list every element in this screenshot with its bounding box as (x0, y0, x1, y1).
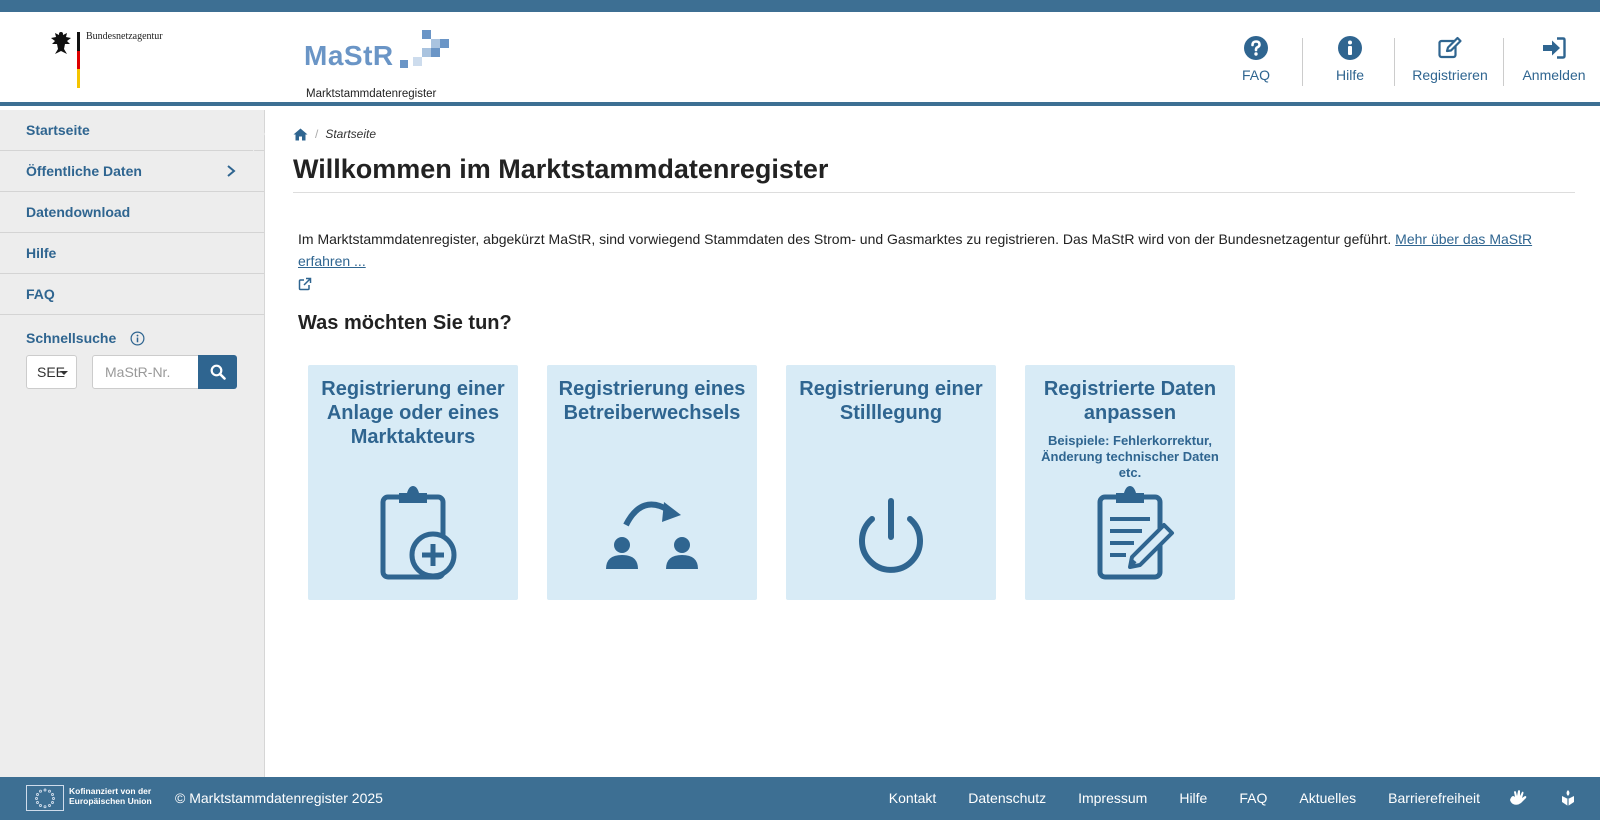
quicksearch-button[interactable] (198, 355, 237, 389)
footer-link-kontakt[interactable]: Kontakt (889, 790, 936, 806)
action-tiles: Registrierung einer Anlage oder eines Ma… (308, 365, 1238, 600)
title-divider (293, 192, 1575, 193)
quicksearch-input[interactable] (92, 355, 200, 389)
copyright: © Marktstammdatenregister 2025 (175, 790, 383, 806)
footer-link-hilfe[interactable]: Hilfe (1179, 790, 1207, 806)
eu-flag-icon (26, 785, 64, 811)
sidebar-item-label: Hilfe (26, 245, 57, 261)
intro-text: Im Marktstammdatenregister, abgekürzt Ma… (298, 228, 1573, 291)
sidebar-item-faq[interactable]: FAQ (0, 274, 264, 315)
home-icon[interactable] (293, 128, 308, 141)
header-login-link[interactable]: Anmelden (1516, 12, 1592, 106)
tile-register-unit[interactable]: Registrierung einer Anlage oder eines Ma… (308, 365, 518, 600)
active-item-pointer (253, 116, 265, 152)
sidebar-item-label: Datendownload (26, 204, 131, 220)
tile-edit-data[interactable]: Registrierte Daten anpassen Beispiele: F… (1025, 365, 1235, 600)
top-accent-bar (0, 0, 1600, 12)
footer-link-barrierefreiheit[interactable]: Barrierefreiheit (1388, 790, 1480, 806)
tile-operator-change[interactable]: Registrierung eines Betreiberwechsels (547, 365, 757, 600)
eu-funding-note: Kofinanziert von der Europäischen Union (69, 786, 152, 806)
eu-text-line: Kofinanziert von der (69, 786, 152, 796)
edit-icon (1438, 36, 1462, 59)
info-circle-icon (1338, 36, 1362, 60)
sign-language-icon[interactable] (1508, 788, 1528, 808)
breadcrumb-current: Startseite (325, 127, 377, 141)
caret-down-icon (60, 371, 68, 375)
agency-name: Bundesnetzagentur (86, 31, 163, 42)
intro-paragraph: Im Marktstammdatenregister, abgekürzt Ma… (298, 231, 1392, 247)
header-divider (1394, 38, 1395, 86)
bundesnetzagentur-logo[interactable]: Bundesnetzagentur (50, 30, 180, 92)
section-title: Was möchten Sie tun? (298, 312, 512, 334)
mastr-logo[interactable]: MaStR Marktstammdatenregister (304, 26, 464, 100)
footer-link-faq[interactable]: FAQ (1239, 790, 1267, 806)
sidebar-item-label: FAQ (26, 286, 55, 302)
header-nav-label: Registrieren (1412, 67, 1488, 83)
sidebar-item-label: Öffentliche Daten (26, 163, 142, 179)
site-header: Bundesnetzagentur MaStR Marktstammdatenr… (0, 12, 1600, 106)
eu-text-line: Europäischen Union (69, 796, 152, 806)
logo-title: MaStR (304, 40, 394, 71)
logo-pixel (440, 39, 449, 48)
header-nav-label: FAQ (1241, 67, 1270, 83)
tile-title: Registrierte Daten anpassen (1043, 378, 1217, 424)
sidebar-item-hilfe[interactable]: Hilfe (0, 233, 264, 274)
logo-pixel (422, 30, 431, 39)
header-nav-label: Hilfe (1335, 67, 1364, 83)
logo-pixel (400, 60, 408, 68)
flag-bar (77, 32, 80, 88)
chevron-right-icon (227, 165, 236, 177)
sidebar-item-startseite[interactable]: Startseite (0, 110, 264, 151)
users-switch-icon (606, 501, 698, 569)
quicksearch-label: Schnellsuche (26, 330, 145, 346)
eagle-icon (51, 32, 71, 54)
logo-pixel (413, 57, 422, 66)
site-footer: Kofinanziert von der Europäischen Union … (0, 777, 1600, 820)
easy-language-icon[interactable] (1558, 788, 1578, 808)
footer-link-impressum[interactable]: Impressum (1078, 790, 1147, 806)
header-help-link[interactable]: Hilfe (1320, 12, 1380, 106)
header-faq-link[interactable]: FAQ (1232, 12, 1280, 106)
footer-links: Kontakt Datenschutz Impressum Hilfe FAQ … (857, 790, 1480, 806)
header-divider (1503, 38, 1504, 86)
external-link-icon[interactable] (298, 277, 312, 291)
header-register-link[interactable]: Registrieren (1408, 12, 1492, 106)
question-circle-icon (1244, 36, 1268, 60)
breadcrumb-separator: / (315, 127, 319, 141)
search-icon (210, 364, 226, 380)
logo-subtitle: Marktstammdatenregister (306, 88, 437, 100)
breadcrumb: / Startseite (293, 127, 376, 141)
sidebar-item-label: Startseite (26, 122, 90, 138)
sidebar-item-oeffentliche-daten[interactable]: Öffentliche Daten (0, 151, 264, 192)
sidebar: Startseite Öffentliche Daten Datendownlo… (0, 110, 265, 777)
page-title: Willkommen im Marktstammdatenregister (293, 154, 829, 184)
sign-in-icon (1543, 37, 1566, 59)
tile-decommission[interactable]: Registrierung einer Stilllegung (786, 365, 996, 600)
sidebar-item-datendownload[interactable]: Datendownload (0, 192, 264, 233)
tile-title: Registrierung eines Betreiberwechsels (558, 378, 746, 424)
tile-subtitle: Beispiele: Fehlerkorrektur, Änderung tec… (1041, 433, 1219, 480)
quicksearch-label-text: Schnellsuche (26, 330, 117, 346)
header-divider (1302, 38, 1303, 86)
clipboard-plus-icon (380, 486, 457, 580)
tile-title: Registrierung einer Stilllegung (799, 378, 983, 424)
logo-pixel (431, 39, 440, 48)
power-icon (859, 498, 923, 573)
tile-title: Registrierung einer Anlage oder eines Ma… (321, 378, 505, 448)
logo-pixel (431, 48, 440, 57)
logo-pixel (422, 48, 431, 57)
info-outline-icon[interactable] (130, 331, 145, 346)
clipboard-edit-icon (1097, 486, 1174, 580)
footer-link-aktuelles[interactable]: Aktuelles (1299, 790, 1356, 806)
footer-link-datenschutz[interactable]: Datenschutz (968, 790, 1046, 806)
header-nav-label: Anmelden (1522, 67, 1586, 83)
quicksearch-type-select[interactable]: SEE (26, 355, 77, 389)
